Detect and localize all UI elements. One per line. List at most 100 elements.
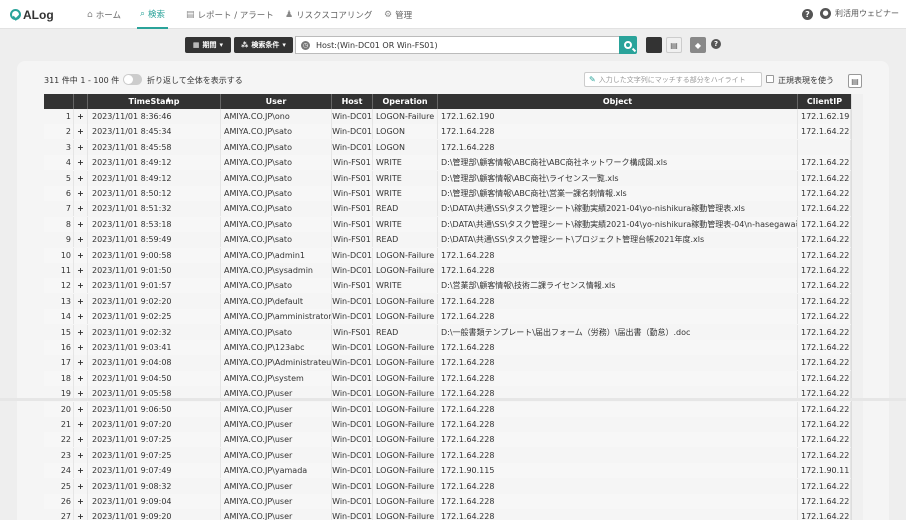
expand-plus-icon[interactable]: +	[74, 124, 88, 140]
table-row[interactable]: 14 +2023/11/01 9:02:25 AMIYA.CO.JP\amminis…	[44, 309, 851, 325]
regex-checkbox[interactable]	[766, 75, 774, 83]
header-timestamp[interactable]: TimeStamp	[88, 94, 221, 109]
wrap-toggle[interactable]	[123, 74, 142, 85]
table-row[interactable]: 27 +2023/11/01 9:09:20 AMIYA.CO.JP\user Win…	[44, 509, 851, 520]
table-row[interactable]: 8 +2023/11/01 8:53:18 AMIYA.CO.JP\sato Win-…	[44, 216, 851, 232]
expand-plus-icon[interactable]: +	[74, 340, 88, 355]
row-number: 24	[44, 463, 74, 479]
table-row[interactable]: 3 +2023/11/01 8:45:58 AMIYA.CO.JP\sato Win-…	[44, 139, 851, 155]
expand-plus-icon[interactable]: +	[74, 494, 88, 509]
history-clock-icon[interactable]: ◷	[301, 40, 310, 50]
expand-plus-icon[interactable]: +	[74, 355, 88, 371]
expand-plus-icon[interactable]: +	[74, 170, 88, 186]
tab-admin[interactable]: ⚙ 管理	[384, 0, 412, 29]
expand-plus-icon[interactable]: +	[74, 263, 88, 278]
cell-user: AMIYA.CO.JP\sato	[221, 324, 332, 340]
cell-timestamp: 2023/11/01 9:06:50	[88, 401, 221, 417]
save-query-button[interactable]	[646, 37, 662, 53]
expand-plus-icon[interactable]: +	[74, 432, 88, 448]
table-row[interactable]: 18 +2023/11/01 9:04:50 AMIYA.CO.JP\system W…	[44, 370, 851, 386]
alog-logo[interactable]: ALog	[10, 6, 54, 23]
help-icon[interactable]: ?	[802, 9, 813, 20]
logo-text: ALog	[23, 7, 54, 22]
table-row[interactable]: 2 +2023/11/01 8:45:34 AMIYA.CO.JP\sato Win-…	[44, 124, 851, 140]
header-object[interactable]: Object	[438, 94, 798, 109]
cell-user: AMIYA.CO.JP\sato	[221, 139, 332, 155]
expand-plus-icon[interactable]: +	[74, 216, 88, 232]
expand-plus-icon[interactable]: +	[74, 247, 88, 263]
table-row[interactable]: 23 +2023/11/01 9:07:25 AMIYA.CO.JP\user Win…	[44, 447, 851, 463]
header-clientip[interactable]: ClientIP	[798, 94, 851, 109]
query-help-icon[interactable]: ?	[711, 39, 721, 49]
cell-operation: WRITE	[373, 216, 438, 232]
cell-operation: LOGON-Failure	[373, 247, 438, 263]
cell-clientip: 172.1.64.228	[798, 355, 851, 371]
user-menu[interactable]: ● 利活用ウェビナー	[820, 8, 899, 19]
tab-report-alert[interactable]: ▤ レポート / アラート	[186, 0, 274, 29]
table-row[interactable]: 6 +2023/11/01 8:50:12 AMIYA.CO.JP\sato Win-…	[44, 186, 851, 201]
expand-plus-icon[interactable]: +	[74, 201, 88, 217]
cell-timestamp: 2023/11/01 9:03:41	[88, 340, 221, 355]
tab-risk-scoring[interactable]: ♟ リスクスコアリング	[285, 0, 372, 29]
table-row[interactable]: 13 +2023/11/01 9:02:20 AMIYA.CO.JP\default…	[44, 293, 851, 309]
header-operation[interactable]: Operation	[373, 94, 438, 109]
table-row[interactable]: 25 +2023/11/01 9:08:32 AMIYA.CO.JP\user Win…	[44, 478, 851, 494]
table-row[interactable]: 10 +2023/11/01 9:00:58 AMIYA.CO.JP\admin1 W…	[44, 247, 851, 263]
table-row[interactable]: 17 +2023/11/01 9:04:08 AMIYA.CO.JP\Adminis…	[44, 355, 851, 371]
expand-plus-icon[interactable]: +	[74, 463, 88, 479]
clear-button[interactable]: ◆	[690, 37, 706, 53]
expand-plus-icon[interactable]: +	[74, 232, 88, 248]
cell-timestamp: 2023/11/01 9:01:50	[88, 263, 221, 278]
cell-clientip: 172.1.64.228	[798, 232, 851, 248]
column-settings-button[interactable]: ▤	[848, 74, 862, 88]
expand-plus-icon[interactable]: +	[74, 324, 88, 340]
table-row[interactable]: 7 +2023/11/01 8:51:32 AMIYA.CO.JP\sato Win-…	[44, 201, 851, 217]
table-row[interactable]: 11 +2023/11/01 9:01:50 AMIYA.CO.JP\sysadmi…	[44, 263, 851, 278]
table-row[interactable]: 20 +2023/11/01 9:06:50 AMIYA.CO.JP\user Win…	[44, 401, 851, 417]
cell-clientip: 172.1.64.228	[798, 370, 851, 386]
expand-plus-icon[interactable]: +	[74, 447, 88, 463]
expand-plus-icon[interactable]: +	[74, 309, 88, 325]
expand-plus-icon[interactable]: +	[74, 370, 88, 386]
table-row[interactable]: 1 +2023/11/01 8:36:46 AMIYA.CO.JP\ono Win-D…	[44, 109, 851, 124]
search-button[interactable]	[619, 36, 637, 54]
expand-plus-icon[interactable]: +	[74, 478, 88, 494]
header-host[interactable]: Host	[332, 94, 373, 109]
logo-check-icon	[10, 9, 21, 20]
tab-home[interactable]: ⌂ ホーム	[87, 0, 121, 29]
expand-plus-icon[interactable]: +	[74, 509, 88, 520]
table-row[interactable]: 9 +2023/11/01 8:59:49 AMIYA.CO.JP\sato Win-…	[44, 232, 851, 248]
table-row[interactable]: 24 +2023/11/01 9:07:49 AMIYA.CO.JP\yamada W…	[44, 463, 851, 479]
table-row[interactable]: 26 +2023/11/01 9:09:04 AMIYA.CO.JP\user Win…	[44, 494, 851, 509]
search-condition-button[interactable]: ⁂ 検索条件 ▾	[234, 37, 293, 53]
expand-plus-icon[interactable]: +	[74, 186, 88, 201]
table-row[interactable]: 21 +2023/11/01 9:07:20 AMIYA.CO.JP\user Win…	[44, 417, 851, 432]
table-row[interactable]: 16 +2023/11/01 9:03:41 AMIYA.CO.JP\123abc W…	[44, 340, 851, 355]
table-row[interactable]: 12 +2023/11/01 9:01:57 AMIYA.CO.JP\sato Win…	[44, 278, 851, 294]
table-row[interactable]: 22 +2023/11/01 9:07:25 AMIYA.CO.JP\user Win…	[44, 432, 851, 448]
table-row[interactable]: 5 +2023/11/01 8:49:12 AMIYA.CO.JP\sato Win-…	[44, 170, 851, 186]
header-user[interactable]: User	[221, 94, 332, 109]
expand-plus-icon[interactable]: +	[74, 293, 88, 309]
expand-plus-icon[interactable]: +	[74, 417, 88, 432]
cell-object: 172.1.64.228	[438, 293, 798, 309]
period-button[interactable]: ▦ 期間 ▾	[185, 37, 231, 53]
table-row[interactable]: 15 +2023/11/01 9:02:32 AMIYA.CO.JP\sato Win…	[44, 324, 851, 340]
condition-label: 検索条件	[251, 41, 280, 49]
cell-operation: LOGON-Failure	[373, 463, 438, 479]
add-condition-button[interactable]: ▤	[666, 37, 682, 53]
cell-object: D:\DATA\共通\SS\タスク管理シート\プロジェクト管理台帳2021年度.…	[438, 232, 798, 248]
table-scrollbar[interactable]	[851, 94, 863, 520]
row-number: 2	[44, 124, 74, 140]
expand-plus-icon[interactable]: +	[74, 155, 88, 171]
tab-search[interactable]: ⌕ 検索	[137, 0, 169, 29]
expand-plus-icon[interactable]: +	[74, 401, 88, 417]
search-query-input[interactable]: ◷ Host:(Win-DC01 OR Win-FS01)	[295, 36, 619, 54]
cell-host: Win-DC01	[332, 124, 373, 140]
highlight-input[interactable]: ✎ 入力した文字列にマッチする部分をハイライト	[584, 72, 762, 87]
expand-plus-icon[interactable]: +	[74, 139, 88, 155]
gear-icon: ⚙	[384, 9, 393, 20]
expand-plus-icon[interactable]: +	[74, 109, 88, 124]
table-row[interactable]: 4 +2023/11/01 8:49:12 AMIYA.CO.JP\sato Win-…	[44, 155, 851, 171]
expand-plus-icon[interactable]: +	[74, 278, 88, 294]
